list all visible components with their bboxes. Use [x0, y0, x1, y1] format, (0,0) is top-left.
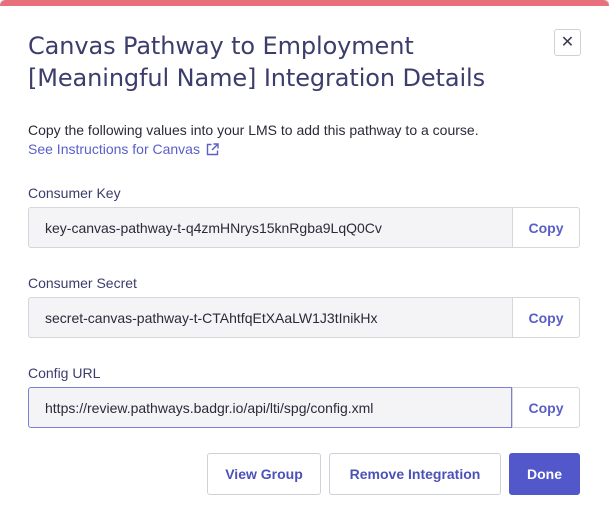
- modal-title: Canvas Pathway to Employment [Meaningful…: [28, 32, 485, 92]
- intro-text: Copy the following values into your LMS …: [28, 122, 479, 138]
- consumer-key-field: Copy: [28, 207, 580, 248]
- config-url-label: Config URL: [28, 365, 101, 381]
- close-button[interactable]: ✕: [554, 29, 581, 56]
- consumer-secret-input[interactable]: [28, 297, 512, 338]
- consumer-secret-field: Copy: [28, 297, 580, 338]
- instructions-link[interactable]: See Instructions for Canvas: [28, 140, 219, 158]
- close-icon: ✕: [560, 33, 575, 51]
- consumer-key-input[interactable]: [28, 207, 512, 248]
- done-button[interactable]: Done: [509, 453, 580, 495]
- copy-consumer-key-button[interactable]: Copy: [512, 207, 580, 248]
- copy-config-url-button[interactable]: Copy: [512, 387, 580, 428]
- view-group-button[interactable]: View Group: [207, 453, 321, 495]
- remove-integration-button[interactable]: Remove Integration: [329, 453, 501, 495]
- copy-consumer-secret-button[interactable]: Copy: [512, 297, 580, 338]
- external-link-icon: [206, 142, 219, 155]
- instructions-link-label: See Instructions for Canvas: [28, 141, 200, 157]
- integration-details-modal: Canvas Pathway to Employment [Meaningful…: [0, 0, 609, 516]
- consumer-secret-label: Consumer Secret: [28, 275, 137, 291]
- config-url-field: Copy: [28, 387, 580, 428]
- consumer-key-label: Consumer Key: [28, 185, 121, 201]
- config-url-input[interactable]: [28, 387, 512, 428]
